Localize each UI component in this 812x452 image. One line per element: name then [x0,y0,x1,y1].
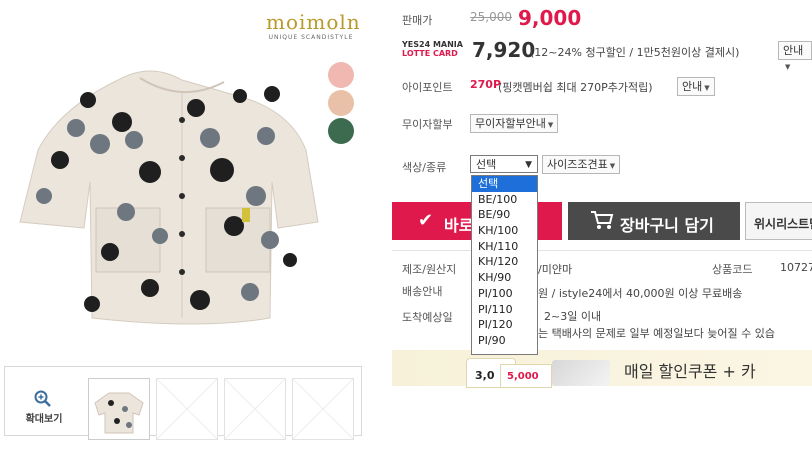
brand-subtitle: UNIQUE SCANDISTYLE [268,34,354,41]
divider [392,250,812,251]
listbox-option[interactable]: KH/110 [472,239,537,255]
arrival-value: 2~3일 이내 [544,310,602,323]
card-discount-desc: (12~24% 청구할인 / 1만5천원이상 결제시) [530,46,740,59]
product-main-image[interactable] [0,0,362,356]
size-chart-button[interactable]: 사이즈조견표 ▼ [542,155,621,174]
promo-banner[interactable]: 3,0 5,000 매일 할인쿠폰 + 카 [392,350,812,388]
installment-button-label: 무이자할부안내 [475,117,546,130]
card-line2: LOTTE CARD [402,49,458,58]
jacket-illustration [19,70,319,325]
lotte-card-logo: YES24 MANIA LOTTE CARD [402,40,463,58]
zoom-label: 확대보기 [25,414,63,425]
arrival-label: 도착예상일 [402,311,453,324]
ipoint-value: 270P [470,78,502,91]
card-line1: YES24 MANIA [402,40,463,49]
color-size-select[interactable]: 선택 ▼ [470,155,538,173]
thumbnail-1[interactable] [88,378,150,440]
magnifier-icon [34,390,52,411]
price-label: 판매가 [402,14,433,27]
caret-down-icon: ▼ [609,162,616,170]
add-to-cart-label: 장바구니 담기 [620,216,714,235]
card-guide-label: 안내 [783,44,804,57]
caret-down-icon: ▼ [704,84,710,92]
option-listbox[interactable]: 선택 BE/100 BE/90 KH/100 KH/110 KH/120 KH/… [471,175,538,355]
chevron-down-icon: ▼ [525,160,532,170]
listbox-option[interactable]: 선택 [472,176,537,192]
sale-price: 9,000 [518,6,582,30]
arrival-note: 는 택배사의 문제로 일부 예정일보다 늦어질 수 있습 [538,327,775,340]
product-code-label: 상품코드 [712,263,753,276]
listbox-option[interactable]: KH/120 [472,254,537,270]
listbox-option[interactable]: BE/90 [472,207,537,223]
brand-logo: moimoln UNIQUE SCANDISTYLE [266,10,361,41]
shipping-label: 배송안내 [402,285,443,298]
caret-down-icon: ▼ [547,121,554,129]
zoom-button[interactable]: 확대보기 [4,366,84,434]
card-image [552,360,610,386]
maker-value: /미얀마 [538,263,573,276]
installment-button[interactable]: 무이자할부안내 ▼ [470,114,559,133]
thumbnail-3[interactable] [224,378,286,440]
color-swatch-green [328,118,354,144]
listbox-option[interactable]: BE/100 [472,192,537,208]
listbox-option[interactable]: KH/90 [472,270,537,286]
banner-text: 매일 할인쿠폰 + 카 [624,362,756,381]
thumbnail-2[interactable] [156,378,218,440]
listbox-option[interactable]: PI/100 [472,286,537,302]
original-price: 25,000 [470,10,512,24]
cart-icon [590,210,614,234]
shipping-value: 원 / istyle24에서 40,000원 이상 무료배송 [538,287,743,300]
color-swatch-pink [328,62,354,88]
card-guide-button[interactable]: 안내 ▼ [778,41,812,71]
coupon-b-value: 5,000 [507,371,539,382]
caret-down-icon: ▼ [785,63,791,71]
color-swatch-salmon [328,90,354,116]
ipoint-label: 아이포인트 [402,81,453,94]
listbox-option[interactable]: PI/120 [472,317,537,333]
size-chart-label: 사이즈조견표 [547,158,608,171]
ipoint-guide-button[interactable]: 안내 ▼ [677,77,715,96]
select-value: 선택 [476,158,497,171]
listbox-option[interactable]: KH/100 [472,223,537,239]
thumbnail-4[interactable] [292,378,354,440]
maker-label: 제조/원산지 [402,263,457,276]
installment-label: 무이자할부 [402,118,453,131]
listbox-option[interactable]: PI/90 [472,333,537,349]
product-code-value: 10727 [780,261,812,274]
check-icon: ✔ [418,210,434,231]
coupon-a-value: 3,0 [475,369,495,382]
ipoint-desc: (핑캣멤버쉽 최대 270P추가적립) [498,81,653,94]
coupon-card-b: 5,000 [500,364,552,388]
listbox-option[interactable]: PI/110 [472,302,537,318]
option-label: 색상/종류 [402,161,447,174]
brand-name: moimoln [266,10,361,34]
wishlist-label: 위시리스트담 [754,217,812,231]
card-price: 7,920 [472,38,536,62]
add-to-cart-button[interactable]: 장바구니 담기 [568,202,740,240]
ipoint-guide-label: 안내 [682,80,703,93]
wishlist-button[interactable]: 위시리스트담 [745,202,812,240]
